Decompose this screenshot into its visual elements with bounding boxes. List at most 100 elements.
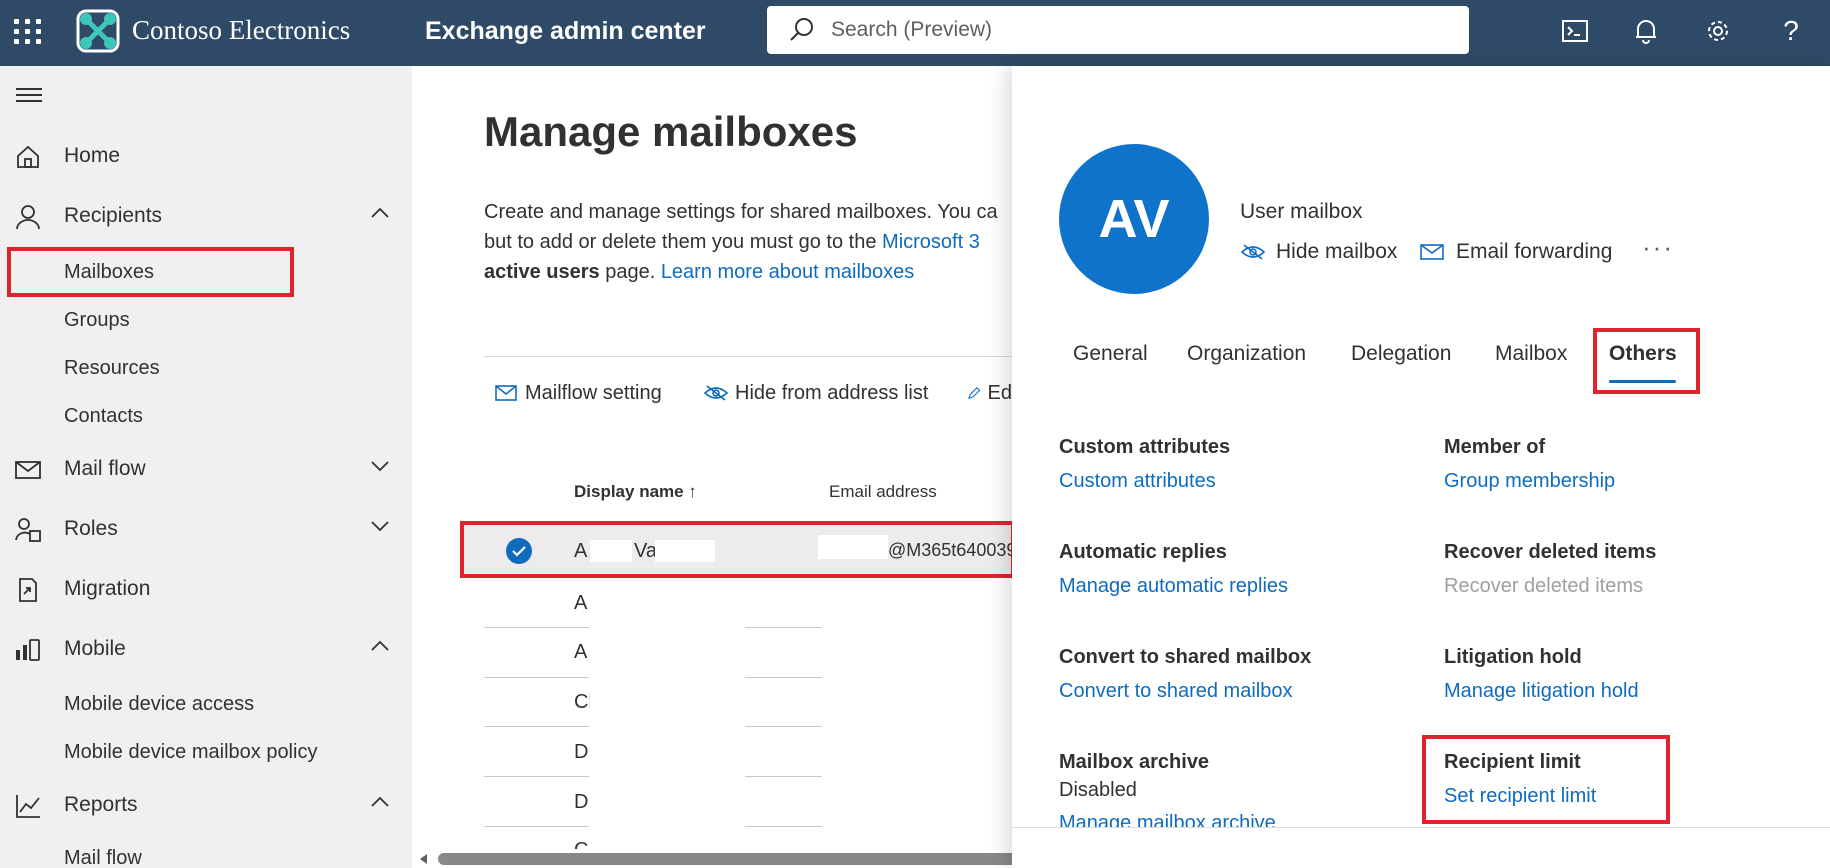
- nav-item-label: Mobile: [64, 637, 126, 660]
- desc-line: but to add or delete them you must go to…: [484, 227, 1024, 257]
- nav-sub-reports-mail-flow[interactable]: Mail flow: [64, 847, 142, 868]
- nav-sub-mobile-device-access[interactable]: Mobile device access: [64, 693, 254, 716]
- convert-to-shared-mailbox-link[interactable]: Convert to shared mailbox: [1059, 680, 1292, 703]
- action-label: Hide mailbox: [1276, 240, 1398, 263]
- migration-icon: [19, 578, 37, 602]
- edit-button[interactable]: Ed: [967, 378, 1012, 408]
- hide-from-address-list-button[interactable]: Hide from address list: [703, 378, 928, 408]
- chevron-down-icon[interactable]: [370, 520, 390, 532]
- section-heading-recover-deleted-items: Recover deleted items: [1444, 541, 1657, 563]
- tab-mailbox[interactable]: Mailbox: [1495, 342, 1567, 366]
- panel-footer: [1012, 828, 1830, 868]
- nav-item-mobile[interactable]: Mobile: [0, 626, 412, 674]
- horizontal-scrollbar[interactable]: [420, 853, 1028, 865]
- section-heading-automatic-replies: Automatic replies: [1059, 541, 1227, 563]
- highlight-box-mailboxes: [7, 247, 294, 297]
- row-separator: [484, 726, 589, 727]
- command-label: Mailflow setting: [525, 381, 662, 404]
- divider: [484, 356, 1014, 357]
- chart-icon: [16, 795, 40, 818]
- scrollbar-thumb[interactable]: [438, 853, 1028, 865]
- avatar: AV: [1059, 144, 1209, 294]
- top-bar: Contoso Electronics Exchange admin cente…: [0, 0, 1830, 66]
- row-separator: [484, 677, 589, 678]
- row-separator: [484, 776, 589, 777]
- email-forwarding-button[interactable]: Email forwarding: [1420, 240, 1612, 264]
- eye-hide-icon: [703, 385, 729, 401]
- bell-icon[interactable]: [1629, 14, 1663, 48]
- eye-hide-icon: [1240, 244, 1266, 260]
- column-header-email-address[interactable]: Email address: [829, 482, 937, 502]
- nav-item-reports[interactable]: Reports: [0, 782, 412, 830]
- chevron-up-icon[interactable]: [370, 796, 390, 808]
- hide-mailbox-button[interactable]: Hide mailbox: [1240, 240, 1397, 264]
- chevron-up-icon[interactable]: [370, 207, 390, 219]
- app-launcher-icon[interactable]: [14, 17, 42, 45]
- roles-icon: [15, 518, 41, 542]
- nav-item-label: Roles: [64, 517, 118, 540]
- person-icon: [16, 205, 40, 230]
- recover-deleted-items-link: Recover deleted items: [1444, 575, 1643, 597]
- gear-icon[interactable]: [1701, 14, 1735, 48]
- left-navigation: Home Recipients Mailboxes Groups Resourc…: [0, 66, 412, 868]
- nav-item-label: Reports: [64, 793, 138, 816]
- section-heading-custom-attributes: Custom attributes: [1059, 436, 1231, 458]
- mailflow-setting-button[interactable]: Mailflow setting: [495, 378, 662, 408]
- manage-litigation-hold-link[interactable]: Manage litigation hold: [1444, 680, 1639, 703]
- search-input[interactable]: [831, 14, 1451, 46]
- nav-item-home[interactable]: Home: [0, 133, 412, 181]
- nav-item-label: Recipients: [64, 204, 163, 227]
- panel-footer-divider: [1012, 827, 1830, 828]
- desc-line: active users page. Learn more about mail…: [484, 257, 1024, 287]
- search-icon: [790, 18, 813, 41]
- hamburger-menu-icon[interactable]: [16, 88, 42, 106]
- tab-general[interactable]: General: [1073, 342, 1148, 366]
- row-separator: [745, 677, 822, 678]
- highlight-box-selected-row: [460, 521, 1015, 578]
- pencil-icon: [968, 386, 981, 400]
- search-box[interactable]: [767, 6, 1469, 54]
- nav-item-mail-flow[interactable]: Mail flow: [0, 446, 412, 494]
- desc-text: page.: [599, 261, 661, 283]
- m365-admin-link[interactable]: Microsoft 3: [882, 231, 980, 253]
- section-heading-convert-to-shared-mailbox: Convert to shared mailbox: [1059, 646, 1312, 668]
- section-heading-member-of: Member of: [1444, 436, 1546, 458]
- nav-sub-contacts[interactable]: Contacts: [64, 405, 143, 428]
- more-options-icon[interactable]: ···: [1642, 232, 1674, 263]
- page-title: Manage mailboxes: [484, 108, 858, 155]
- table-row[interactable]: D: [574, 791, 588, 814]
- manage-automatic-replies-link[interactable]: Manage automatic replies: [1059, 575, 1288, 598]
- nav-sub-resources[interactable]: Resources: [64, 357, 160, 380]
- action-label: Email forwarding: [1456, 240, 1613, 263]
- nav-item-recipients[interactable]: Recipients: [0, 193, 412, 241]
- tab-organization[interactable]: Organization: [1187, 342, 1306, 366]
- table-row[interactable]: D: [574, 741, 588, 764]
- terminal-icon[interactable]: [1558, 14, 1592, 48]
- chevron-down-icon[interactable]: [370, 460, 390, 472]
- scroll-left-icon[interactable]: [420, 854, 427, 864]
- table-row[interactable]: A: [574, 592, 587, 615]
- row-separator: [745, 726, 822, 727]
- table-row[interactable]: C: [574, 839, 588, 849]
- custom-attributes-link[interactable]: Custom attributes: [1059, 470, 1216, 493]
- help-icon[interactable]: ?: [1774, 14, 1808, 48]
- tab-delegation[interactable]: Delegation: [1351, 342, 1451, 366]
- nav-item-roles[interactable]: Roles: [0, 506, 412, 554]
- nav-sub-mobile-device-mailbox-policy[interactable]: Mobile device mailbox policy: [64, 741, 317, 764]
- chevron-up-icon[interactable]: [370, 640, 390, 652]
- learn-more-link[interactable]: Learn more about mailboxes: [661, 261, 914, 283]
- nav-item-migration[interactable]: Migration: [0, 566, 412, 614]
- section-heading-litigation-hold: Litigation hold: [1444, 646, 1582, 668]
- desc-bold-text: active users: [484, 261, 600, 283]
- app-title[interactable]: Exchange admin center: [425, 17, 706, 46]
- column-header-display-name[interactable]: Display name ↑: [574, 482, 697, 502]
- page-description: Create and manage settings for shared ma…: [484, 197, 1024, 287]
- table-row[interactable]: A: [574, 641, 587, 664]
- brand-name: Contoso Electronics: [132, 15, 351, 45]
- mail-settings-icon: [495, 385, 517, 401]
- command-label: Ed: [987, 381, 1012, 404]
- nav-sub-groups[interactable]: Groups: [64, 309, 130, 332]
- table-row[interactable]: Cl: [574, 691, 590, 714]
- mailbox-type: User mailbox: [1240, 200, 1363, 223]
- group-membership-link[interactable]: Group membership: [1444, 470, 1615, 493]
